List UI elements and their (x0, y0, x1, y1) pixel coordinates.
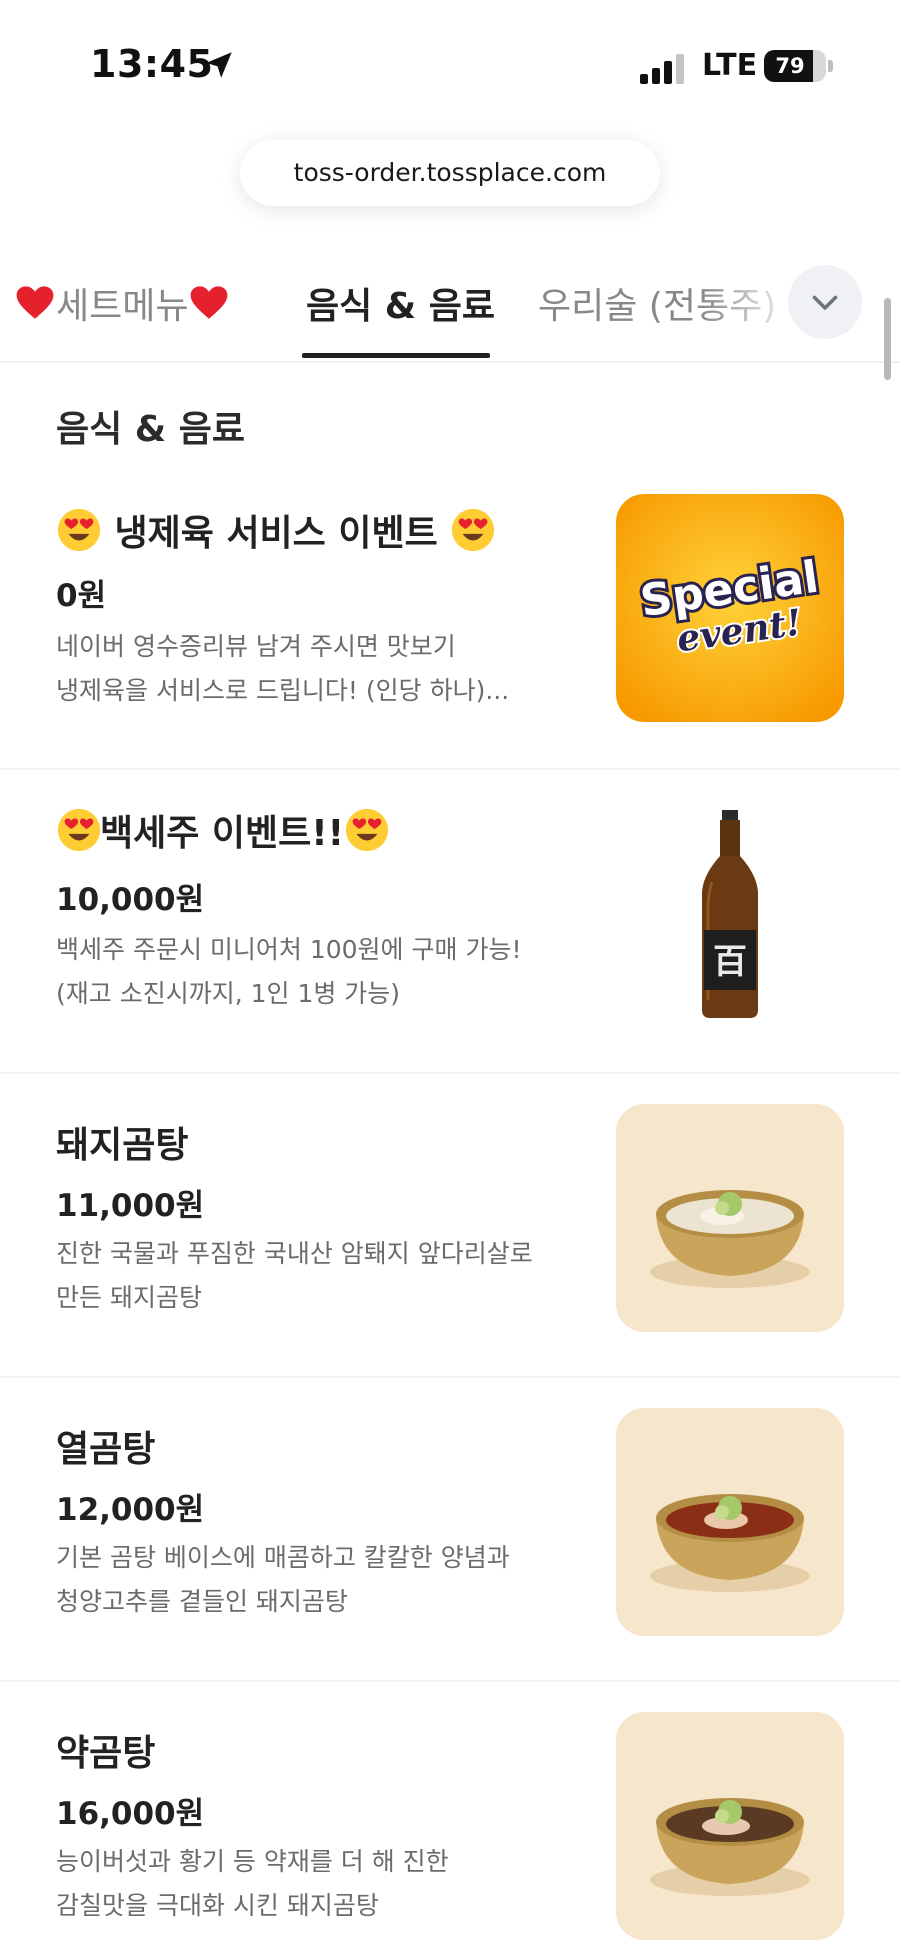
divider (0, 1680, 900, 1682)
battery-percent: 79 (775, 54, 805, 78)
battery-icon: 79 (764, 50, 826, 82)
menu-item-title: 약곰탕 (56, 1733, 156, 1774)
chevron-down-icon (812, 295, 838, 310)
menu-item-price: 11,000원 (56, 1188, 205, 1224)
menu-item-description: 진한 국물과 푸짐한 국내산 암퇘지 앞다리살로 만든 돼지곰탕 (56, 1232, 576, 1320)
menu-item-price: 10,000원 (56, 882, 205, 918)
description-line: 청양고추를 곁들인 돼지곰탕 (56, 1587, 348, 1616)
heart-eyes-emoji-icon (57, 808, 101, 852)
menu-item-description: 능이버섯과 황기 등 약재를 더 해 진한 감칠맛을 극대화 시킨 돼지곰탕 (56, 1840, 576, 1928)
heart-eyes-emoji-icon (346, 808, 389, 852)
menu-item-price: 12,000원 (56, 1492, 205, 1528)
description-line: 백세주 주문시 미니어처 100원에 구매 가능! (56, 935, 522, 964)
menu-item-description: 기본 곰탕 베이스에 매콤하고 칼칼한 양념과 청양고추를 곁들인 돼지곰탕 (56, 1536, 576, 1624)
menu-item-jeyuk-event[interactable]: 냉제육 서비스 이벤트 0원 네이버 영수증리뷰 남겨 주시면 맛보기 냉제육을… (0, 480, 900, 770)
menu-item-title: 냉제육 서비스 이벤트 (114, 513, 438, 554)
heart-eyes-emoji-icon (452, 508, 495, 552)
active-tab-indicator (302, 353, 490, 358)
divider (0, 1376, 900, 1378)
menu-item-description: 백세주 주문시 미니어처 100원에 구매 가능! (재고 소진시까지, 1인 … (56, 928, 576, 1016)
description-line: 네이버 영수증리뷰 남겨 주시면 맛보기 (56, 632, 456, 661)
yeol-gomtang-image (616, 1408, 844, 1636)
expand-categories-button[interactable] (788, 265, 862, 339)
description-line: 냉제육을 서비스로 드립니다! (인당 하나)... (56, 676, 510, 705)
menu-item-yeol-gomtang[interactable]: 열곰탕 12,000원 기본 곰탕 베이스에 매콤하고 칼칼한 양념과 청양고추… (0, 1394, 900, 1684)
menu-item-price: 0원 (56, 578, 107, 614)
section-title: 음식 & 음료 (56, 409, 245, 450)
heart-eyes-emoji-icon (57, 508, 101, 552)
description-line: 만든 돼지곰탕 (56, 1283, 202, 1312)
status-bar: 13:45 LTE 79 (0, 0, 900, 130)
baekseju-bottle-image: 百 (616, 790, 844, 1018)
menu-item-name: 냉제육 서비스 이벤트 (56, 504, 496, 556)
location-arrow-icon (206, 52, 232, 78)
tab-scroll-fade (700, 255, 800, 355)
description-line: 능이버섯과 황기 등 약재를 더 해 진한 (56, 1847, 449, 1876)
menu-item-title: 돼지곰탕 (56, 1125, 189, 1166)
menu-item-baekseju-event[interactable]: 백세주 이벤트!! 10,000원 백세주 주문시 미니어처 100원에 구매 … (0, 790, 900, 1070)
description-line: (재고 소진시까지, 1인 1병 가능) (56, 979, 401, 1008)
red-heart-icon (191, 286, 228, 319)
battery-tip (828, 60, 833, 72)
description-line: 진한 국물과 푸짐한 국내산 암퇘지 앞다리살로 (56, 1239, 533, 1268)
menu-item-title: 열곰탕 (56, 1429, 156, 1470)
tab-food-drink[interactable]: 음식 & 음료 (306, 267, 495, 347)
menu-item-title: 백세주 이벤트!! (100, 813, 345, 854)
network-type: LTE (702, 48, 758, 83)
yak-gomtang-image (616, 1712, 844, 1940)
category-tabs: 세트메뉴 음식 & 음료 우리술 (전통주) (0, 255, 900, 363)
menu-item-name: 백세주 이벤트!! (56, 804, 390, 856)
dwaeji-gomtang-image (616, 1104, 844, 1332)
divider (0, 1072, 900, 1074)
bottle-label-text: 百 (713, 942, 747, 982)
menu-item-yak-gomtang[interactable]: 약곰탕 16,000원 능이버섯과 황기 등 약재를 더 해 진한 감칠맛을 극… (0, 1698, 900, 1951)
red-heart-icon (16, 286, 54, 319)
tab-set-menu[interactable]: 세트메뉴 (14, 267, 230, 347)
special-event-image: Special event! (616, 494, 844, 722)
status-time: 13:45 (90, 42, 214, 86)
url-bar[interactable]: toss-order.tossplace.com (240, 140, 660, 206)
menu-item-price: 16,000원 (56, 1796, 205, 1832)
menu-item-dwaeji-gomtang[interactable]: 돼지곰탕 11,000원 진한 국물과 푸짐한 국내산 암퇘지 앞다리살로 만든… (0, 1090, 900, 1380)
divider (0, 768, 900, 770)
description-line: 기본 곰탕 베이스에 매콤하고 칼칼한 양념과 (56, 1543, 510, 1572)
scrollbar[interactable] (884, 298, 891, 380)
cellular-signal-icon (640, 54, 684, 84)
menu-item-description: 네이버 영수증리뷰 남겨 주시면 맛보기 냉제육을 서비스로 드립니다! (인당… (56, 625, 576, 713)
description-line: 감칠맛을 극대화 시킨 돼지곰탕 (56, 1891, 379, 1920)
tab-label: 세트메뉴 (56, 286, 189, 327)
